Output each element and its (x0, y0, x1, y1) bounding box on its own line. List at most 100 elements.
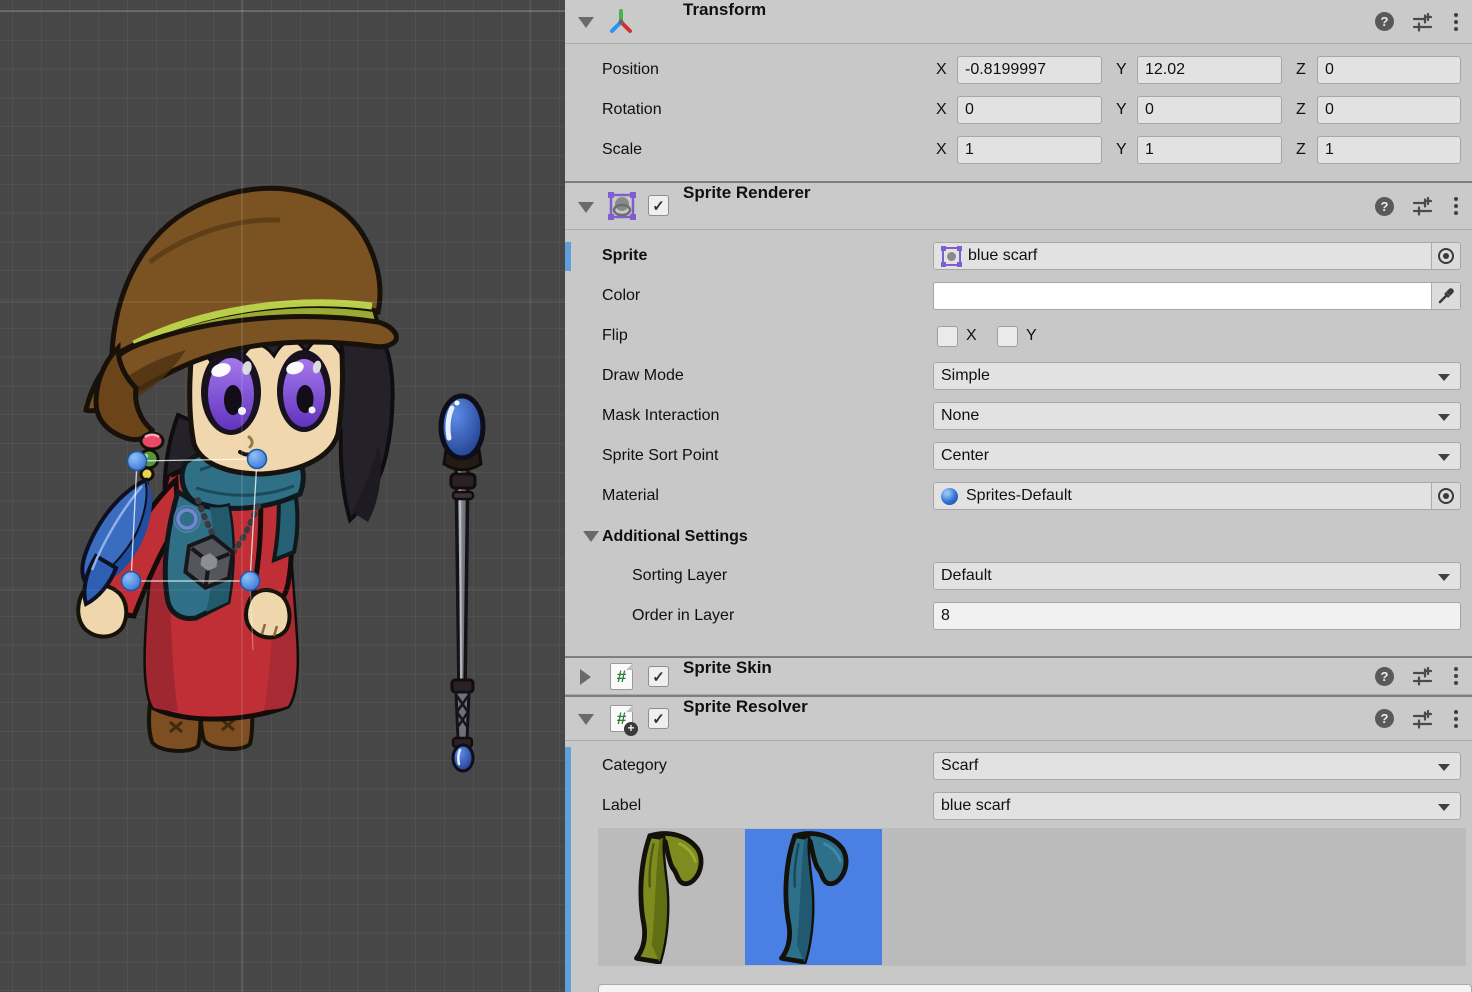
sprite-sort-point-dropdown[interactable]: Center (933, 442, 1461, 470)
object-picker-button[interactable] (1431, 483, 1460, 509)
scale-x-field[interactable]: 1 (957, 136, 1102, 164)
character-sprite[interactable] (78, 188, 396, 751)
chevron-down-icon (1438, 374, 1450, 381)
rotation-x-field[interactable]: 0 (957, 96, 1102, 124)
sprite-skin-enabled-checkbox[interactable]: ✓ (648, 666, 669, 687)
color-swatch[interactable] (933, 282, 1461, 310)
sprite-renderer-header[interactable]: ✓ Sprite Renderer ? (565, 183, 1472, 230)
chevron-down-icon (1438, 574, 1450, 581)
transform-foldout[interactable] (578, 17, 594, 28)
presets-icon[interactable] (1412, 666, 1434, 686)
kebab-menu-icon[interactable] (1452, 708, 1460, 730)
sorting-layer-dropdown[interactable]: Default (933, 562, 1461, 590)
order-in-layer-label: Order in Layer (632, 607, 734, 625)
eyedropper-button[interactable] (1431, 283, 1460, 309)
staff-sprite[interactable] (441, 396, 483, 771)
transform-header[interactable]: Transform ? (565, 0, 1472, 44)
label-dropdown[interactable]: blue scarf (933, 792, 1461, 820)
z-axis-label: Z (1296, 141, 1306, 159)
transform-title: Transform (683, 0, 766, 20)
y-axis-label: Y (1116, 61, 1127, 79)
sprite-renderer-enabled-checkbox[interactable]: ✓ (648, 195, 669, 216)
sprite-value: blue scarf (968, 247, 1037, 265)
blue-scarf-sprite (762, 830, 866, 964)
position-x-field[interactable]: -0.8199997 (957, 56, 1102, 84)
category-label: Category (602, 757, 667, 775)
position-y-field[interactable]: 12.02 (1137, 56, 1282, 84)
additional-settings-foldout[interactable] (583, 531, 599, 542)
handle-bottom-right[interactable] (241, 572, 260, 591)
scale-z-field[interactable]: 1 (1317, 136, 1461, 164)
sprite-object-field[interactable]: blue scarf (933, 242, 1461, 270)
sprite-variant-strip (598, 828, 1466, 966)
kebab-menu-icon[interactable] (1452, 665, 1460, 687)
eye-left (201, 349, 261, 435)
color-label: Color (602, 287, 640, 305)
rotation-y-field[interactable]: 0 (1137, 96, 1282, 124)
material-label: Material (602, 487, 659, 505)
scale-y-field[interactable]: 1 (1137, 136, 1282, 164)
z-axis-label: Z (1296, 101, 1306, 119)
sprite-skin-header[interactable]: # ✓ Sprite Skin ? (565, 658, 1472, 695)
mask-interaction-row: Mask Interaction None (565, 402, 1472, 430)
handle-top-left[interactable] (128, 452, 147, 471)
sprite-resolver-enabled-checkbox[interactable]: ✓ (648, 708, 669, 729)
scene-canvas (0, 0, 565, 992)
chevron-down-icon (1438, 804, 1450, 811)
flip-row: Flip X Y (565, 322, 1472, 350)
object-picker-button[interactable] (1431, 243, 1460, 269)
kebab-menu-icon[interactable] (1452, 195, 1460, 217)
label-row: Label blue scarf (565, 792, 1472, 820)
order-in-layer-field[interactable]: 8 (933, 602, 1461, 630)
flip-x-checkbox[interactable] (937, 326, 958, 347)
x-axis-label: X (936, 141, 947, 159)
presets-icon[interactable] (1412, 709, 1434, 729)
scale-label: Scale (602, 141, 642, 159)
help-icon[interactable]: ? (1375, 197, 1394, 216)
kebab-menu-icon[interactable] (1452, 11, 1460, 33)
sprite-resolver-foldout[interactable] (578, 714, 594, 725)
draw-mode-dropdown[interactable]: Simple (933, 362, 1461, 390)
presets-icon[interactable] (1412, 196, 1434, 216)
sprite-renderer-foldout[interactable] (578, 202, 594, 213)
sprite-skin-foldout[interactable] (580, 669, 591, 685)
thumbnail-blue-scarf-selected[interactable] (745, 829, 882, 965)
draw-mode-row: Draw Mode Simple (565, 362, 1472, 390)
handle-top-right[interactable] (248, 450, 267, 469)
sprite-label: Sprite (602, 247, 647, 265)
handle-bottom-left[interactable] (122, 572, 141, 591)
mask-interaction-dropdown[interactable]: None (933, 402, 1461, 430)
sprite-skin-title: Sprite Skin (683, 658, 772, 678)
sprite-renderer-title: Sprite Renderer (683, 183, 811, 203)
category-dropdown[interactable]: Scarf (933, 752, 1461, 780)
draw-mode-label: Draw Mode (602, 367, 684, 385)
bottom-scrollbar[interactable] (598, 984, 1472, 992)
help-icon[interactable]: ? (1375, 667, 1394, 686)
script-plus-icon: #+ (610, 705, 633, 732)
order-in-layer-row: Order in Layer 8 (565, 602, 1472, 630)
sprite-resolver-title: Sprite Resolver (683, 697, 808, 717)
script-icon: # (610, 663, 633, 690)
additional-settings-row[interactable]: Additional Settings (565, 522, 1472, 552)
help-icon[interactable]: ? (1375, 709, 1394, 728)
category-row: Category Scarf (565, 752, 1472, 780)
rotation-z-field[interactable]: 0 (1317, 96, 1461, 124)
position-z-field[interactable]: 0 (1317, 56, 1461, 84)
scale-row: Scale X 1 Y 1 Z 1 (565, 136, 1472, 164)
flip-y-checkbox[interactable] (997, 326, 1018, 347)
presets-icon[interactable] (1412, 12, 1434, 32)
position-row: Position X -0.8199997 Y 12.02 Z 0 (565, 56, 1472, 84)
material-object-field[interactable]: Sprites-Default (933, 482, 1461, 510)
eye-right (277, 350, 331, 432)
sprite-mini-icon (941, 246, 962, 267)
help-icon[interactable]: ? (1375, 12, 1394, 31)
flip-x-label: X (966, 327, 977, 345)
x-axis-label: X (936, 101, 947, 119)
scene-view[interactable] (0, 0, 565, 992)
material-icon (941, 488, 958, 505)
sprite-sort-point-row: Sprite Sort Point Center (565, 442, 1472, 470)
green-scarf-sprite (617, 830, 721, 964)
transform-icon (607, 8, 635, 36)
thumbnail-green-scarf[interactable] (600, 829, 737, 965)
sprite-resolver-header[interactable]: #+ ✓ Sprite Resolver ? (565, 697, 1472, 741)
